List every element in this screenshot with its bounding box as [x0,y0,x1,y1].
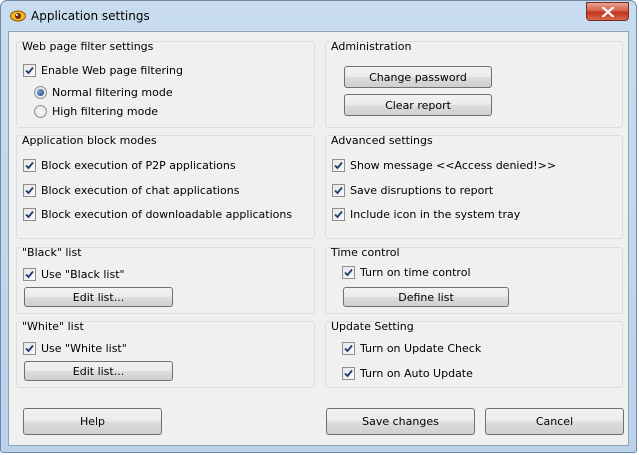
checkbox-box[interactable] [342,342,355,355]
advanced-settings-panel: Advanced settings Show message <<Access … [325,134,623,239]
check-icon [344,344,353,353]
check-icon [344,369,353,378]
cancel-button[interactable]: Cancel [485,408,624,435]
check-icon [25,66,34,75]
high-filtering-radio[interactable]: High filtering mode [34,105,158,118]
check-icon [25,344,34,353]
auto-update-label: Turn on Auto Update [360,367,473,380]
save-changes-button[interactable]: Save changes [326,408,475,435]
auto-update-checkbox[interactable]: Turn on Auto Update [342,367,473,380]
administration-panel: Administration Change password Clear rep… [325,40,623,128]
block-modes-title: Application block modes [22,134,157,147]
use-black-list-label: Use "Black list" [41,268,125,281]
web-filter-title: Web page filter settings [22,40,154,53]
black-list-panel: "Black" list Use "Black list" Edit list.… [16,246,315,314]
check-icon [344,268,353,277]
show-message-label: Show message <<Access denied!>> [350,159,557,172]
application-settings-window: Application settings Web page filter set… [0,0,637,453]
administration-title: Administration [331,40,412,53]
checkbox-box[interactable] [23,159,36,172]
checkbox-box[interactable] [23,64,36,77]
update-setting-title: Update Setting [331,320,414,333]
edit-black-list-button[interactable]: Edit list... [24,287,173,307]
white-list-panel: "White" list Use "White list" Edit list.… [16,320,315,388]
update-check-label: Turn on Update Check [360,342,482,355]
close-icon [602,7,614,17]
app-eye-icon [10,10,26,22]
title-bar[interactable]: Application settings [1,1,636,31]
time-control-checkbox[interactable]: Turn on time control [342,266,471,279]
close-button[interactable] [586,2,629,21]
black-list-title: "Black" list [22,246,82,259]
check-icon [25,186,34,195]
include-icon-checkbox[interactable]: Include icon in the system tray [332,208,520,221]
check-icon [25,161,34,170]
checkbox-box[interactable] [23,184,36,197]
include-icon-label: Include icon in the system tray [350,208,521,221]
normal-filtering-label: Normal filtering mode [52,86,173,99]
block-modes-panel: Application block modes Block execution … [16,134,315,239]
radio-selected[interactable] [34,86,47,99]
save-disruptions-checkbox[interactable]: Save disruptions to report [332,184,493,197]
block-p2p-checkbox[interactable]: Block execution of P2P applications [23,159,236,172]
white-list-title: "White" list [22,320,84,333]
time-control-label: Turn on time control [360,266,471,279]
update-setting-panel: Update Setting Turn on Update Check Turn… [325,320,623,388]
high-filtering-label: High filtering mode [52,105,159,118]
checkbox-box[interactable] [332,184,345,197]
radio-unselected[interactable] [34,105,47,118]
enable-filtering-label: Enable Web page filtering [41,64,184,77]
time-control-title: Time control [331,246,400,259]
block-chat-checkbox[interactable]: Block execution of chat applications [23,184,239,197]
use-white-list-label: Use "White list" [41,342,127,355]
save-disruptions-label: Save disruptions to report [350,184,494,197]
block-downloadable-label: Block execution of downloadable applicat… [41,208,293,221]
checkbox-box[interactable] [23,208,36,221]
advanced-settings-title: Advanced settings [331,134,433,147]
checkbox-box[interactable] [332,208,345,221]
define-list-button[interactable]: Define list [343,287,509,307]
web-filter-panel: Web page filter settings Enable Web page… [16,40,315,128]
update-check-checkbox[interactable]: Turn on Update Check [342,342,481,355]
normal-filtering-radio[interactable]: Normal filtering mode [34,86,173,99]
use-black-list-checkbox[interactable]: Use "Black list" [23,268,125,281]
clear-report-button[interactable]: Clear report [344,94,492,116]
check-icon [25,270,34,279]
show-message-checkbox[interactable]: Show message <<Access denied!>> [332,159,556,172]
change-password-button[interactable]: Change password [344,66,492,88]
check-icon [334,210,343,219]
help-button[interactable]: Help [23,408,162,435]
checkbox-box[interactable] [342,367,355,380]
dialog-client-area: Web page filter settings Enable Web page… [8,31,629,446]
check-icon [334,161,343,170]
window-title: Application settings [31,9,150,23]
enable-filtering-checkbox[interactable]: Enable Web page filtering [23,64,183,77]
check-icon [334,186,343,195]
time-control-panel: Time control Turn on time control Define… [325,246,623,314]
use-white-list-checkbox[interactable]: Use "White list" [23,342,127,355]
checkbox-box[interactable] [342,266,355,279]
checkbox-box[interactable] [23,268,36,281]
block-downloadable-checkbox[interactable]: Block execution of downloadable applicat… [23,208,292,221]
check-icon [25,210,34,219]
checkbox-box[interactable] [23,342,36,355]
block-p2p-label: Block execution of P2P applications [41,159,236,172]
checkbox-box[interactable] [332,159,345,172]
edit-white-list-button[interactable]: Edit list... [24,361,173,381]
block-chat-label: Block execution of chat applications [41,184,240,197]
